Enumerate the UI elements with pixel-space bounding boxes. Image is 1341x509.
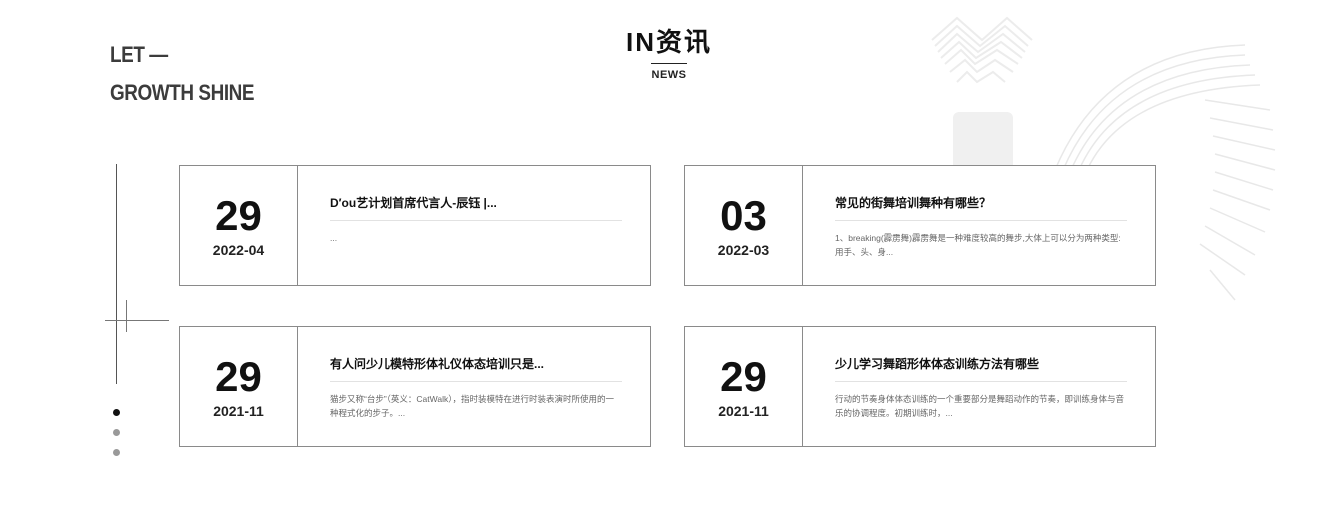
news-day: 29	[215, 191, 262, 239]
news-divider	[835, 381, 1127, 382]
news-title[interactable]: 少儿学习舞蹈形体体态训练方法有哪些	[835, 355, 1127, 373]
section-title: IN资讯	[625, 27, 712, 57]
pagination-dot-2[interactable]	[113, 429, 120, 436]
section-heading: IN资讯 NEWS	[569, 24, 769, 81]
news-date: 29 2022-04	[180, 166, 298, 285]
news-divider	[835, 220, 1127, 221]
news-day: 03	[720, 191, 767, 239]
news-card[interactable]: 29 2021-11 少儿学习舞蹈形体体态训练方法有哪些 行动的节奏身体体态训练…	[684, 326, 1156, 447]
news-title[interactable]: 常见的街舞培训舞种有哪些？	[835, 194, 1127, 212]
section-subtitle: NEWS	[651, 69, 687, 81]
news-divider	[330, 381, 622, 382]
news-card[interactable]: 29 2021-11 有人问少儿模特形体礼仪体态培训只是... 猫步又称“台步”…	[179, 326, 651, 447]
news-body: 有人问少儿模特形体礼仪体态培训只是... 猫步又称“台步”（英义：CatWalk…	[298, 327, 650, 446]
slogan-line-1: LET —	[110, 42, 168, 67]
pagination-dot-1[interactable]	[113, 409, 120, 416]
news-year-month: 2022-03	[717, 241, 770, 258]
news-body: 常见的街舞培训舞种有哪些？ 1、breaking(霹雳舞)霹雳舞是一种难度较高的…	[803, 166, 1155, 285]
news-date: 29 2021-11	[180, 327, 298, 446]
news-excerpt: 1、breaking(霹雳舞)霹雳舞是一种难度较高的舞步,大体上可以分为两种类型…	[835, 233, 1121, 257]
title-underline	[651, 63, 687, 64]
news-body: 少儿学习舞蹈形体体态训练方法有哪些 行动的节奏身体体态训练的一个重要部分是舞蹈动…	[803, 327, 1155, 446]
news-excerpt: 猫步又称“台步”（英义：CatWalk），指时装模特在进行时装表演时所使用的一种…	[330, 394, 614, 418]
news-title[interactable]: 有人问少儿模特形体礼仪体态培训只是...	[330, 355, 622, 373]
timeline-line	[116, 164, 117, 384]
pagination-dot-3[interactable]	[113, 449, 120, 456]
news-year-month: 2022-04	[212, 241, 265, 258]
news-body: D′ou艺计划首席代言人-辰钰 |... ...	[298, 166, 650, 285]
news-year-month: 2021-11	[213, 402, 264, 419]
news-year-month: 2021-11	[718, 402, 769, 419]
news-card[interactable]: 29 2022-04 D′ou艺计划首席代言人-辰钰 |... ...	[179, 165, 651, 286]
news-divider	[330, 220, 622, 221]
pagination-dots	[113, 409, 120, 469]
crosshair-vertical	[126, 300, 127, 332]
crosshair-horizontal	[105, 320, 169, 321]
news-excerpt: 行动的节奏身体体态训练的一个重要部分是舞蹈动作的节奏，即训练身体与音乐的协调程度…	[835, 394, 1125, 418]
slogan: LET — GROWTH SHINE	[110, 36, 255, 112]
news-day: 29	[215, 352, 262, 400]
news-date: 03 2022-03	[685, 166, 803, 285]
news-excerpt: ...	[330, 233, 338, 243]
news-card[interactable]: 03 2022-03 常见的街舞培训舞种有哪些？ 1、breaking(霹雳舞)…	[684, 165, 1156, 286]
news-day: 29	[720, 352, 767, 400]
news-date: 29 2021-11	[685, 327, 803, 446]
slogan-line-2: GROWTH SHINE	[110, 80, 255, 105]
news-title[interactable]: D′ou艺计划首席代言人-辰钰 |...	[330, 194, 622, 212]
